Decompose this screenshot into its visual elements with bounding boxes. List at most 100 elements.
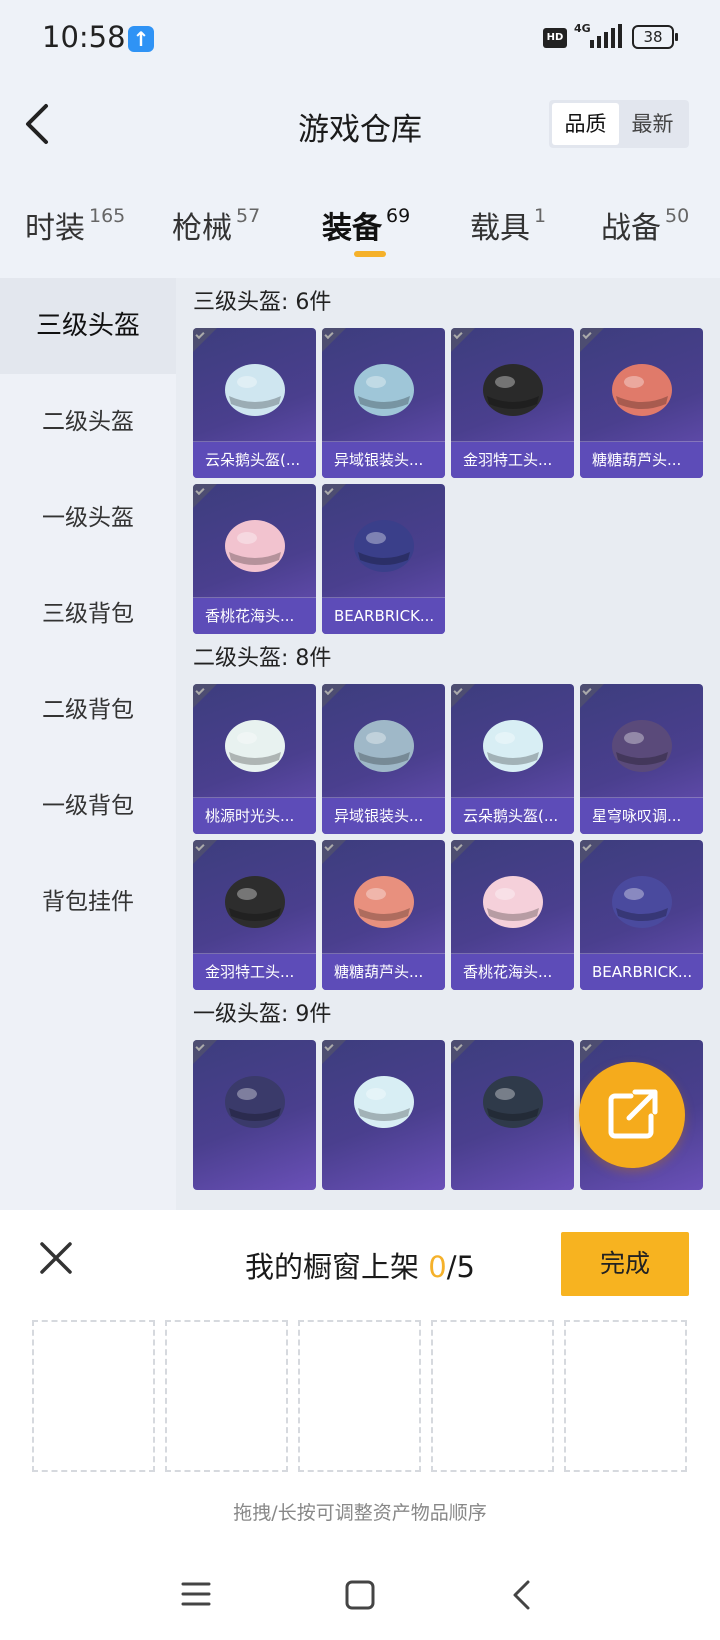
check-icon	[193, 328, 217, 352]
item-card[interactable]: 糖糖葫芦头...	[322, 840, 445, 990]
helmet-icon	[483, 876, 543, 928]
tab-gear[interactable]: 战备 50	[601, 203, 689, 247]
category-tabs: 时装 165 枪械 57 装备 69 载具 1 战备 50	[0, 195, 720, 265]
tab-count: 165	[89, 205, 126, 227]
check-icon	[580, 684, 604, 708]
item-card[interactable]	[451, 1040, 574, 1190]
showcase-slot[interactable]	[32, 1320, 155, 1472]
helmet-icon	[354, 520, 414, 572]
sidebar-item-level2-helmet[interactable]: 二级头盔	[0, 374, 176, 470]
item-name: 异域银装头...	[322, 798, 445, 834]
sidebar-item-level1-helmet[interactable]: 一级头盔	[0, 470, 176, 566]
check-icon	[451, 328, 475, 352]
tab-label: 装备	[322, 211, 382, 246]
helmet-icon	[612, 876, 672, 928]
helmet-icon	[354, 876, 414, 928]
showcase-total: /5	[446, 1250, 475, 1284]
check-icon	[322, 840, 346, 864]
check-icon	[193, 684, 217, 708]
tab-count: 1	[534, 205, 547, 227]
item-card[interactable]: 云朵鹅头盔(...	[193, 328, 316, 478]
showcase-count: 0	[428, 1250, 447, 1284]
sidebar-item-level1-backpack[interactable]: 一级背包	[0, 758, 176, 854]
item-card[interactable]: 桃源时光头...	[193, 684, 316, 834]
check-icon	[322, 1040, 346, 1064]
item-name: 云朵鹅头盔(...	[193, 442, 316, 478]
tab-count: 50	[665, 205, 690, 227]
item-card[interactable]: 异域银装头...	[322, 328, 445, 478]
sort-quality-button[interactable]: 品质	[552, 103, 619, 145]
check-icon	[580, 328, 604, 352]
item-card[interactable]	[193, 1040, 316, 1190]
hd-icon: HD	[543, 28, 567, 48]
item-card[interactable]: 香桃花海头...	[451, 840, 574, 990]
tab-label: 载具	[470, 211, 530, 246]
check-icon	[580, 1040, 604, 1064]
check-icon	[451, 1040, 475, 1064]
item-card[interactable]: 异域银装头...	[322, 684, 445, 834]
tab-vehicles[interactable]: 载具 1	[470, 203, 546, 247]
showcase-title-text: 我的橱窗上架	[245, 1250, 429, 1284]
sidebar-item-level2-backpack[interactable]: 二级背包	[0, 662, 176, 758]
status-bar: 10:58 ↑ HD 4G 38	[0, 0, 720, 80]
section-title: 一级头盔: 9件	[193, 1002, 332, 1027]
helmet-icon	[225, 520, 285, 572]
helmet-icon	[225, 720, 285, 772]
battery-icon: 38	[632, 25, 678, 49]
tab-guns[interactable]: 枪械 57	[172, 203, 260, 247]
menu-icon[interactable]	[180, 1579, 212, 1613]
check-icon	[322, 328, 346, 352]
reorder-hint: 拖拽/长按可调整资产物品顺序	[233, 1502, 487, 1524]
tab-count: 57	[236, 205, 261, 227]
item-card[interactable]	[322, 1040, 445, 1190]
done-button[interactable]: 完成	[561, 1232, 689, 1296]
share-button[interactable]	[579, 1062, 685, 1168]
check-icon	[580, 840, 604, 864]
check-icon	[451, 684, 475, 708]
system-nav-bar	[0, 1555, 720, 1635]
check-icon	[193, 840, 217, 864]
header: 游戏仓库 品质 最新	[0, 90, 720, 160]
showcase-slot[interactable]	[431, 1320, 554, 1472]
sort-latest-button[interactable]: 最新	[619, 103, 686, 145]
item-name: 糖糖葫芦头...	[580, 442, 703, 478]
item-card[interactable]: 糖糖葫芦头...	[580, 328, 703, 478]
item-name: 香桃花海头...	[193, 598, 316, 634]
signal-icon	[590, 24, 622, 48]
helmet-icon	[483, 720, 543, 772]
item-name: 糖糖葫芦头...	[322, 954, 445, 990]
helmet-icon	[354, 720, 414, 772]
showcase-slot[interactable]	[165, 1320, 288, 1472]
item-card[interactable]: 金羽特工头...	[451, 328, 574, 478]
tab-fashion[interactable]: 时装 165	[25, 203, 125, 247]
tab-label: 时装	[25, 211, 85, 246]
item-card[interactable]: 金羽特工头...	[193, 840, 316, 990]
showcase-slot[interactable]	[564, 1320, 687, 1472]
item-card[interactable]: 星穹咏叹调...	[580, 684, 703, 834]
sidebar-item-level3-helmet[interactable]: 三级头盔	[0, 278, 176, 374]
back-nav-icon[interactable]	[510, 1579, 534, 1615]
helmet-icon	[354, 364, 414, 416]
item-card[interactable]: BEARBRICK...	[580, 840, 703, 990]
sort-toggle: 品质 最新	[549, 100, 689, 148]
item-name: 金羽特工头...	[193, 954, 316, 990]
item-name: BEARBRICK...	[580, 954, 703, 990]
item-card[interactable]: BEARBRICK...	[322, 484, 445, 634]
check-icon	[451, 840, 475, 864]
tab-label: 战备	[601, 211, 661, 246]
helmet-icon	[225, 1076, 285, 1128]
status-time: 10:58	[42, 20, 126, 54]
helmet-icon	[354, 1076, 414, 1128]
sidebar-item-backpack-charm[interactable]: 背包挂件	[0, 854, 176, 950]
home-icon[interactable]	[344, 1579, 376, 1615]
showcase-slot[interactable]	[298, 1320, 421, 1472]
item-card[interactable]: 云朵鹅头盔(...	[451, 684, 574, 834]
item-name: 香桃花海头...	[451, 954, 574, 990]
sidebar-item-level3-backpack[interactable]: 三级背包	[0, 566, 176, 662]
item-name: BEARBRICK...	[322, 598, 445, 634]
tab-equipment[interactable]: 装备 69	[322, 203, 410, 247]
item-name: 云朵鹅头盔(...	[451, 798, 574, 834]
item-card[interactable]: 香桃花海头...	[193, 484, 316, 634]
helmet-icon	[483, 1076, 543, 1128]
item-name: 桃源时光头...	[193, 798, 316, 834]
